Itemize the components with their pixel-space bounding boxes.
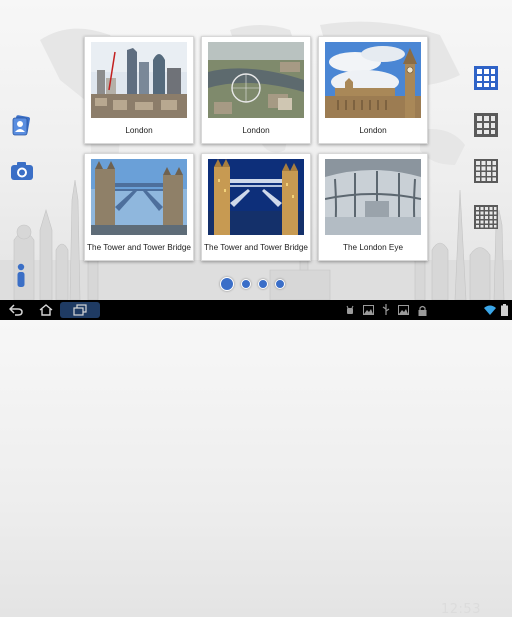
recent-apps-button[interactable] [60, 302, 100, 318]
page-dot-current[interactable] [220, 277, 234, 291]
page-dot[interactable] [258, 279, 268, 289]
contacts-icon [12, 115, 30, 136]
photo-thumbnail [91, 42, 187, 118]
usb-icon [382, 304, 390, 315]
android-debug-icon [346, 305, 354, 314]
grid-3x3-icon [474, 113, 498, 137]
photo-card[interactable]: London [84, 36, 194, 144]
photo-card[interactable]: London [318, 36, 428, 144]
photo-caption: The London Eye [342, 242, 404, 252]
photo-thumbnail [325, 42, 421, 118]
photo-card[interactable]: The London Eye [318, 153, 428, 261]
grid-5x5-icon [474, 205, 498, 229]
info-button[interactable] [10, 262, 32, 288]
photo-caption: London [242, 125, 270, 135]
gallery-notification-icon[interactable] [362, 302, 374, 318]
home-icon [39, 304, 53, 316]
photo-thumbnail [208, 42, 304, 118]
wifi-icon [484, 305, 496, 315]
camera-button[interactable] [10, 160, 34, 182]
status-clock[interactable]: 12:53 [441, 602, 481, 617]
photo-thumbnail [91, 159, 187, 235]
lock-icon [418, 305, 426, 316]
contacts-button[interactable] [10, 114, 32, 136]
home-button[interactable] [36, 302, 56, 318]
usb-notification-icon[interactable] [380, 302, 392, 318]
battery-status[interactable] [499, 302, 509, 318]
photo-thumbnail [208, 159, 304, 235]
page-indicator [220, 277, 285, 291]
photo-card[interactable]: London [201, 36, 311, 144]
image-icon [362, 305, 374, 315]
back-button[interactable] [6, 302, 26, 318]
page-dot[interactable] [241, 279, 251, 289]
grid-3x3-selected-icon [474, 66, 498, 90]
photo-card[interactable]: The Tower and Tower Bridge [84, 153, 194, 261]
photo-card[interactable]: The Tower and Tower Bridge [201, 153, 311, 261]
system-nav-bar: 12:53 [0, 300, 512, 617]
photo-thumbnail [325, 159, 421, 235]
recent-apps-icon [73, 304, 87, 316]
debug-notification-icon[interactable] [344, 302, 356, 318]
battery-icon [500, 304, 508, 316]
camera-icon [11, 162, 33, 180]
wifi-status[interactable] [484, 302, 496, 318]
page-dot[interactable] [275, 279, 285, 289]
photo-caption: London [359, 125, 387, 135]
grid-4x4-button[interactable] [474, 159, 498, 183]
photo-caption: London [125, 125, 153, 135]
image-icon [397, 305, 409, 315]
info-icon [17, 263, 25, 287]
photo-caption: The Tower and Tower Bridge [87, 242, 191, 252]
photo-grid: London London London The Tower and Tower… [82, 34, 432, 262]
back-icon [9, 304, 23, 316]
screenshot-notification-icon[interactable] [397, 302, 409, 318]
grid-5x5-button[interactable] [474, 205, 498, 229]
lock-notification-icon[interactable] [416, 302, 428, 318]
grid-3x3-selected-button[interactable] [474, 66, 498, 90]
grid-3x3-button[interactable] [474, 113, 498, 137]
grid-4x4-icon [474, 159, 498, 183]
photo-caption: The Tower and Tower Bridge [204, 242, 308, 252]
